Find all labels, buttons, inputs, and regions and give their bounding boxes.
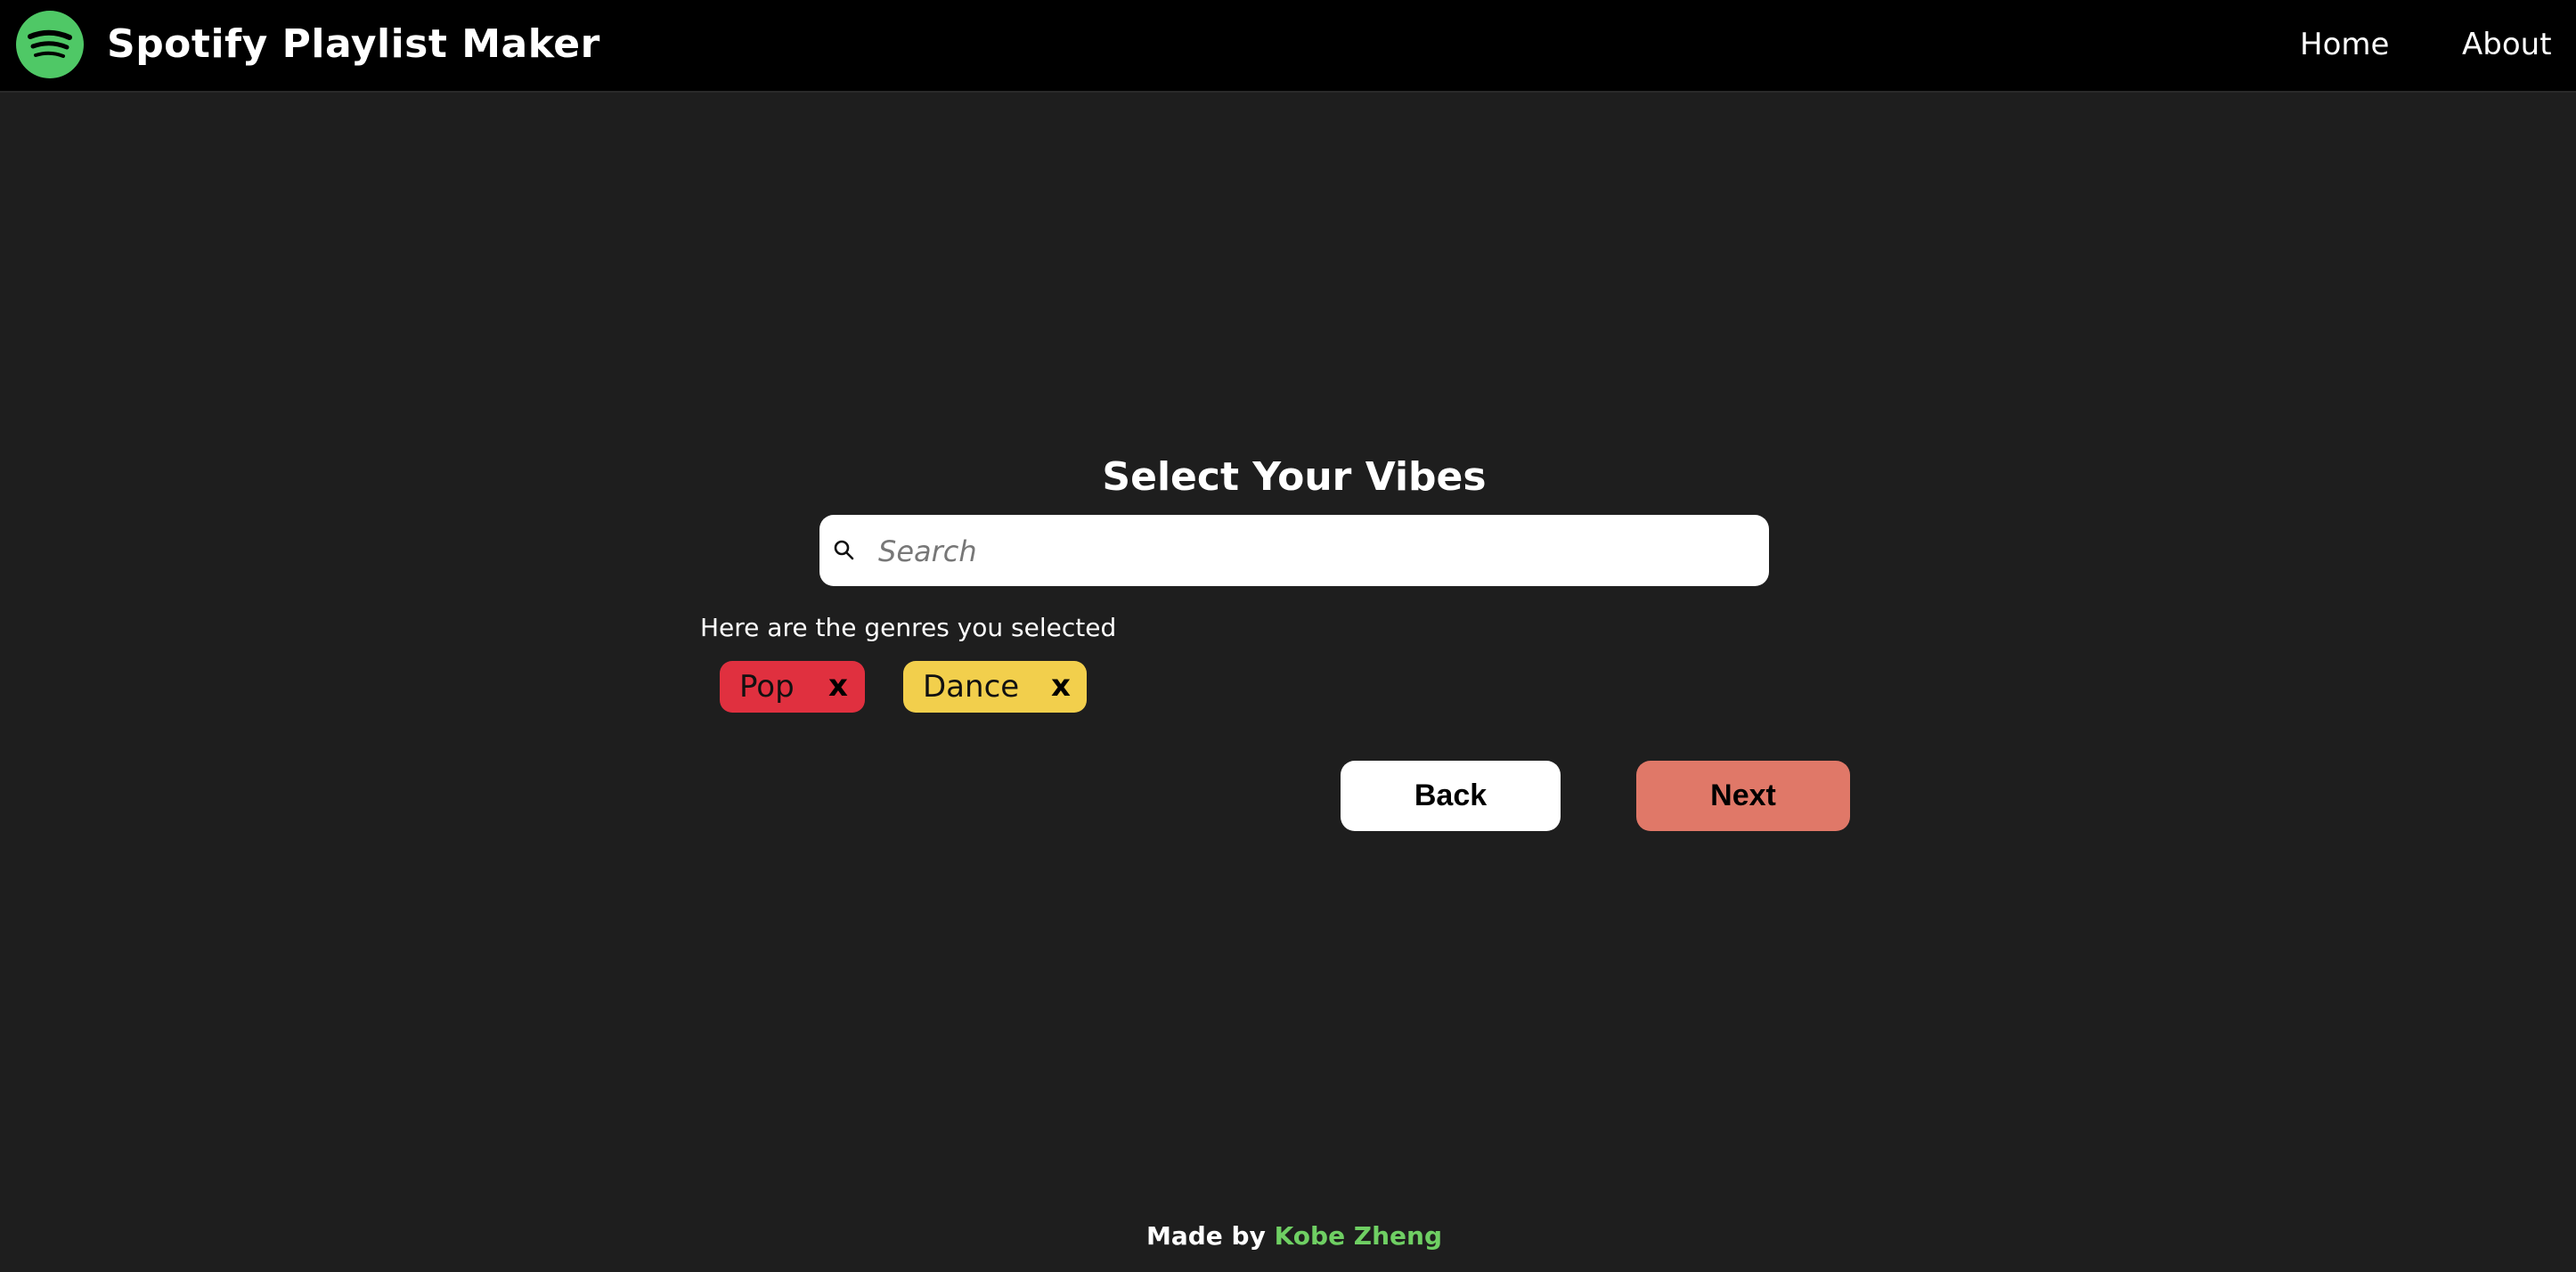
author-link[interactable]: Kobe Zheng [1275, 1221, 1442, 1251]
nav-link-home[interactable]: Home [2300, 23, 2389, 66]
selected-genres-label: Here are the genres you selected [700, 613, 1117, 642]
genre-chip-dance: Dance x [903, 661, 1087, 713]
page-title: Select Your Vibes [1102, 454, 1487, 500]
genre-chip-label: Dance [923, 669, 1020, 705]
genre-chip-pop: Pop x [720, 661, 865, 713]
search-icon [832, 538, 857, 563]
brand-title[interactable]: Spotify Playlist Maker [107, 18, 600, 71]
next-button[interactable]: Next [1636, 761, 1850, 831]
genre-chip-label: Pop [739, 669, 795, 705]
footer-prefix: Made by [1145, 1221, 1266, 1251]
spotify-icon[interactable] [16, 11, 84, 78]
remove-genre-button[interactable]: x [1051, 661, 1071, 711]
footer: Made by Kobe Zheng [0, 1219, 2576, 1254]
nav-link-about[interactable]: About [2462, 23, 2552, 66]
back-button[interactable]: Back [1341, 761, 1561, 831]
search-box[interactable] [819, 515, 1769, 586]
navbar: Spotify Playlist Maker Home About [0, 0, 2576, 93]
search-input[interactable] [876, 524, 1753, 579]
remove-genre-button[interactable]: x [828, 661, 848, 711]
